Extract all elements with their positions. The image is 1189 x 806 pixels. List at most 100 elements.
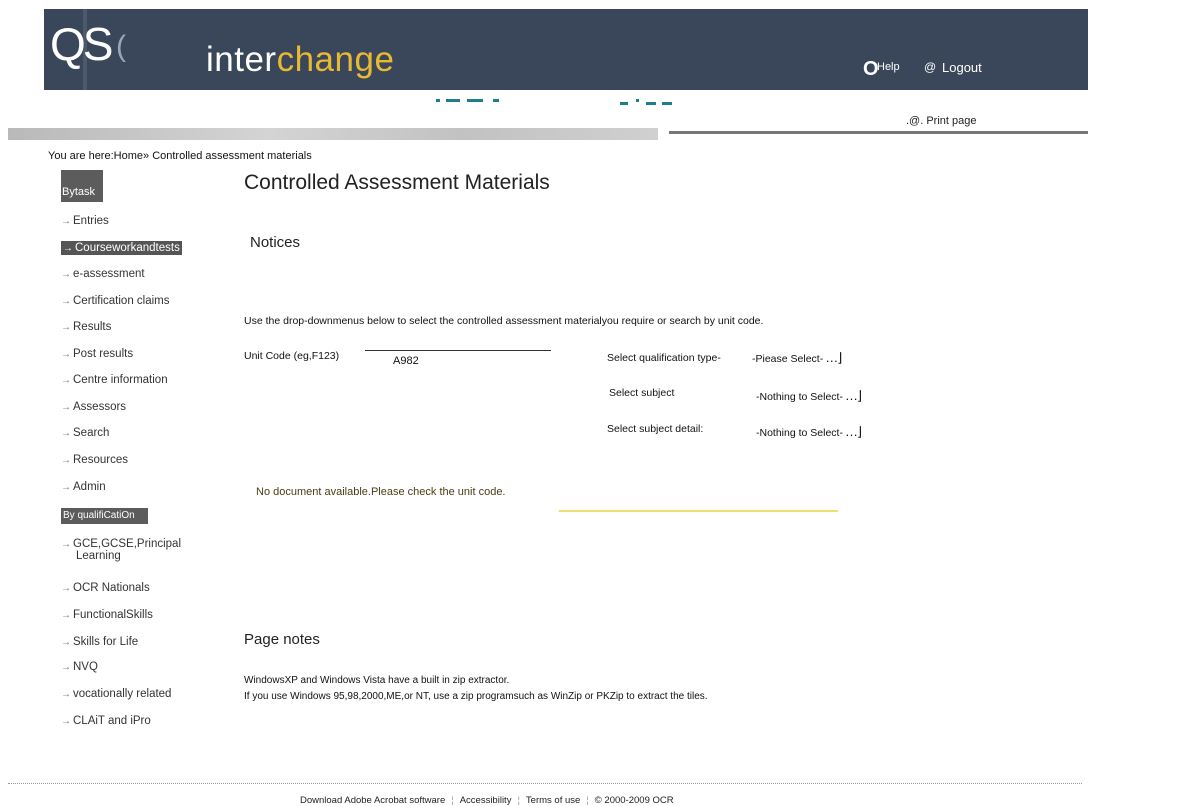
sidebar-item-assessors[interactable]: → Assessors xyxy=(61,401,126,413)
sidebar-item-admin[interactable]: → Admin xyxy=(61,481,106,493)
arrow-icon: → xyxy=(63,243,73,254)
footer-acrobat-link[interactable]: Download Adobe Acrobat software xyxy=(300,795,445,806)
logout-link[interactable]: Logout xyxy=(942,60,982,75)
unit-code-label: Unit Code (eg,F123) xyxy=(244,350,340,362)
print-page-link[interactable]: .@. Print page xyxy=(906,115,977,127)
sidebar-item-functional-skills[interactable]: → FunctionalSkills xyxy=(61,609,153,621)
arrow-icon: → xyxy=(61,402,71,413)
divider xyxy=(559,510,838,512)
brand-accent: change xyxy=(276,40,395,79)
subject-label: Select subject xyxy=(609,387,675,399)
arrow-icon: → xyxy=(61,322,71,333)
sidebar-item-entries[interactable]: → Entries xyxy=(61,215,109,227)
dropdown-icon: …⌋ xyxy=(844,424,862,439)
logout-icon[interactable]: @ xyxy=(924,60,936,74)
sidebar-item-label: OCR Nationals xyxy=(73,582,150,594)
sidebar-item-e-assessment[interactable]: → e-assessment xyxy=(61,268,145,280)
arrow-icon: → xyxy=(61,662,71,673)
sidebar-heading-label: By qualifiCatiOn xyxy=(63,510,135,521)
decor-dash xyxy=(662,102,672,105)
sidebar-item-label: Resources xyxy=(73,454,128,466)
sidebar-item-resources[interactable]: → Resources xyxy=(61,454,128,466)
sidebar-item-skills-for-life[interactable]: → Skills for Life xyxy=(61,636,138,648)
sidebar-item-label: vocationally related xyxy=(73,688,172,700)
select-value: -Nothing to Select- xyxy=(756,427,843,439)
subject-detail-label: Select subject detail: xyxy=(607,423,704,435)
arrow-icon: → xyxy=(61,539,71,550)
arrow-icon: → xyxy=(61,716,71,727)
sidebar-item-label: Certification claims xyxy=(73,295,170,307)
qualification-type-select[interactable]: -Piease Select- …⌋ xyxy=(752,350,842,366)
sidebar-item-nvq[interactable]: → NVQ xyxy=(61,661,98,673)
sidebar-heading-label: Bytask xyxy=(62,186,96,198)
footer-terms-link[interactable]: Terms of use xyxy=(526,795,580,806)
page-note: If you use Windows 95,98,2000,ME,or NT, … xyxy=(244,691,708,702)
sidebar-heading-by-task: Bytask xyxy=(61,170,103,202)
sidebar-item-vocationally-related[interactable]: → vocationally related xyxy=(61,688,171,700)
decor-dash xyxy=(446,99,460,102)
arrow-icon: → xyxy=(61,216,71,227)
toolbar-bar xyxy=(8,128,658,140)
sidebar-item-label: NVQ xyxy=(73,661,98,673)
brand-prefix: inter xyxy=(206,40,277,79)
sidebar-item-label: Centre information xyxy=(73,374,168,386)
decor-dash xyxy=(620,102,628,105)
subject-select[interactable]: -Nothing to Select- …⌋ xyxy=(756,388,862,404)
sidebar-item-post-results[interactable]: → Post results xyxy=(61,348,133,360)
footer-copyright: © 2000-2009 OCR xyxy=(594,795,674,806)
arrow-icon: → xyxy=(61,349,71,360)
sidebar-item-certification[interactable]: → Certification claims xyxy=(61,295,170,307)
help-link[interactable]: Help xyxy=(877,61,900,73)
sidebar-item-centre-information[interactable]: → Centre information xyxy=(61,374,168,386)
sidebar-item-label: Admin xyxy=(73,481,106,493)
dropdown-icon: …⌋ xyxy=(844,388,862,403)
arrow-icon: → xyxy=(61,269,71,280)
decor-dash xyxy=(636,99,639,102)
sidebar-item-label: Results xyxy=(73,321,112,333)
logo[interactable]: QS xyxy=(50,17,113,71)
sidebar-item-label: Courseworkandtests xyxy=(75,242,180,254)
arrow-icon: → xyxy=(61,637,71,648)
arrow-icon: → xyxy=(61,610,71,621)
sidebar-item-label: Assessors xyxy=(73,401,127,413)
sidebar-item-label: Skills for Life xyxy=(73,636,139,648)
instructions-text: Use the drop-downmenus below to select t… xyxy=(244,315,764,327)
sidebar-item-label: Entries xyxy=(73,215,109,227)
logo-mark: ( xyxy=(116,30,126,63)
no-document-message: No document available.Please check the u… xyxy=(256,486,506,498)
unit-code-input[interactable] xyxy=(365,350,551,369)
sidebar-item-label: e-assessment xyxy=(73,268,145,280)
site-header: QS ( interchange O Help @ Logout xyxy=(44,9,1088,90)
sidebar-item-search[interactable]: → Search xyxy=(61,427,109,439)
print-icon: .@. xyxy=(906,115,924,127)
arrow-icon: → xyxy=(61,428,71,439)
sidebar-item-label: FunctionalSkills xyxy=(73,609,153,621)
decor-dash xyxy=(493,99,499,102)
sidebar-item-clait-ipro[interactable]: → CLAiT and iPro xyxy=(61,715,151,727)
sidebar-item-gce-gcse[interactable]: → GCE,GCSE,Principal Learning xyxy=(61,538,181,562)
sidebar-item-ocr-nationals[interactable]: → OCR Nationals xyxy=(61,582,150,594)
footer-accessibility-link[interactable]: Accessibility xyxy=(460,795,512,806)
subject-detail-select[interactable]: -Nothing to Select- …⌋ xyxy=(756,424,862,440)
footer-divider xyxy=(8,783,1082,784)
decor-dash xyxy=(467,99,483,102)
breadcrumb-separator: » xyxy=(143,150,150,162)
sidebar-item-coursework[interactable]: → Courseworkandtests xyxy=(61,241,182,255)
arrow-icon: → xyxy=(61,375,71,386)
breadcrumb-prefix: You are here: xyxy=(48,150,114,162)
sidebar-item-label: Search xyxy=(73,427,110,439)
sidebar-item-label: Post results xyxy=(73,348,134,360)
breadcrumb-home[interactable]: Home xyxy=(114,150,143,162)
brand-name: interchange xyxy=(206,40,394,80)
arrow-icon: → xyxy=(61,689,71,700)
footer-separator: ¦ xyxy=(586,795,589,806)
arrow-icon: → xyxy=(61,482,71,493)
select-value: -Nothing to Select- xyxy=(756,391,843,403)
print-label: Print page xyxy=(926,115,977,127)
select-value: -Piease Select- xyxy=(752,353,824,365)
arrow-icon: → xyxy=(61,583,71,594)
dropdown-icon: …⌋ xyxy=(825,350,842,365)
sidebar-item-results[interactable]: → Results xyxy=(61,321,111,333)
footer-separator: ¦ xyxy=(517,795,520,806)
page-notes-heading: Page notes xyxy=(244,631,320,648)
